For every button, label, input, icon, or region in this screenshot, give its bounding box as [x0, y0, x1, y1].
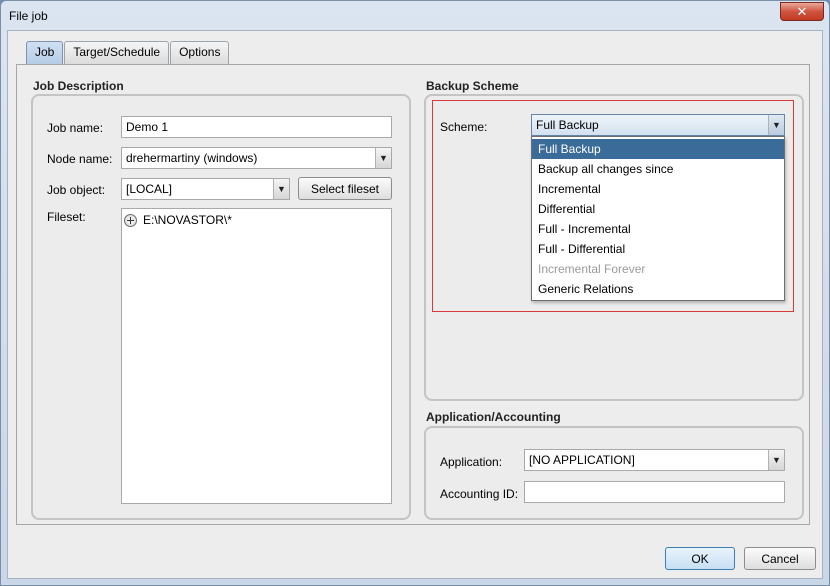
- application-accounting-group: [424, 426, 804, 520]
- scheme-option-incremental-forever: Incremental Forever: [538, 262, 646, 276]
- job-object-value: [LOCAL]: [126, 182, 173, 196]
- tab-job[interactable]: Job: [26, 41, 64, 64]
- dialog-content: Job Target/Schedule Options Job Descript…: [7, 30, 823, 579]
- close-icon: ✕: [796, 3, 808, 19]
- scheme-option-full-differential[interactable]: Full - Differential: [532, 239, 784, 259]
- scheme-dropdown-list[interactable]: Full Backup Backup all changes since Inc…: [531, 136, 785, 301]
- fileset-label: Fileset:: [47, 210, 86, 224]
- select-fileset-button[interactable]: Select fileset: [298, 177, 392, 200]
- chevron-down-icon[interactable]: ▼: [768, 115, 784, 135]
- application-accounting-title: Application/Accounting: [426, 410, 561, 424]
- scheme-value: Full Backup: [536, 118, 599, 132]
- tab-options[interactable]: Options: [170, 41, 230, 64]
- scheme-option-differential[interactable]: Differential: [532, 199, 784, 219]
- plus-circle-icon[interactable]: [124, 213, 137, 227]
- title-bar[interactable]: File job ✕: [1, 1, 829, 31]
- chevron-down-icon[interactable]: ▼: [375, 148, 391, 168]
- job-name-input[interactable]: Demo 1: [121, 116, 392, 138]
- scheme-label: Scheme:: [440, 120, 488, 134]
- scheme-option-generic-relations[interactable]: Generic Relations: [532, 279, 784, 299]
- tab-target-schedule[interactable]: Target/Schedule: [64, 41, 170, 64]
- node-name-dropdown[interactable]: drehermartiny (windows) ▼: [121, 147, 392, 169]
- application-value: [NO APPLICATION]: [529, 453, 635, 467]
- list-item[interactable]: E:\NOVASTOR\*: [124, 212, 232, 228]
- job-object-dropdown[interactable]: [LOCAL] ▼: [121, 178, 290, 200]
- close-button[interactable]: ✕: [780, 2, 824, 21]
- cancel-button[interactable]: Cancel: [744, 547, 816, 570]
- backup-scheme-title: Backup Scheme: [426, 79, 519, 93]
- job-object-label: Job object:: [47, 183, 106, 197]
- node-name-value: drehermartiny (windows): [126, 151, 258, 165]
- scheme-option-backup-all-changes-since[interactable]: Backup all changes since: [532, 159, 784, 179]
- file-job-window: File job ✕ Job Target/Schedule Options J…: [0, 0, 830, 586]
- ok-button[interactable]: OK: [665, 547, 735, 570]
- accounting-id-input[interactable]: [524, 481, 785, 503]
- window-title: File job: [9, 9, 48, 23]
- chevron-down-icon[interactable]: ▼: [768, 450, 784, 470]
- scheme-dropdown[interactable]: Full Backup ▼: [531, 114, 785, 136]
- scheme-option-incremental[interactable]: Incremental: [532, 179, 784, 199]
- application-dropdown[interactable]: [NO APPLICATION] ▼: [524, 449, 785, 471]
- scheme-option-full-incremental[interactable]: Full - Incremental: [532, 219, 784, 239]
- job-name-label: Job name:: [47, 121, 104, 135]
- accounting-id-label: Accounting ID:: [440, 487, 519, 501]
- job-tab-panel: Job Description Job name: Demo 1 Node na…: [16, 64, 810, 525]
- chevron-down-icon[interactable]: ▼: [273, 179, 289, 199]
- application-label: Application:: [440, 455, 503, 469]
- scheme-option-full-backup[interactable]: Full Backup: [532, 139, 784, 159]
- fileset-path: E:\NOVASTOR\*: [143, 213, 232, 227]
- job-description-title: Job Description: [33, 79, 124, 93]
- node-name-label: Node name:: [47, 152, 113, 166]
- tab-bar: Job Target/Schedule Options: [26, 41, 230, 64]
- fileset-list[interactable]: E:\NOVASTOR\*: [121, 208, 392, 504]
